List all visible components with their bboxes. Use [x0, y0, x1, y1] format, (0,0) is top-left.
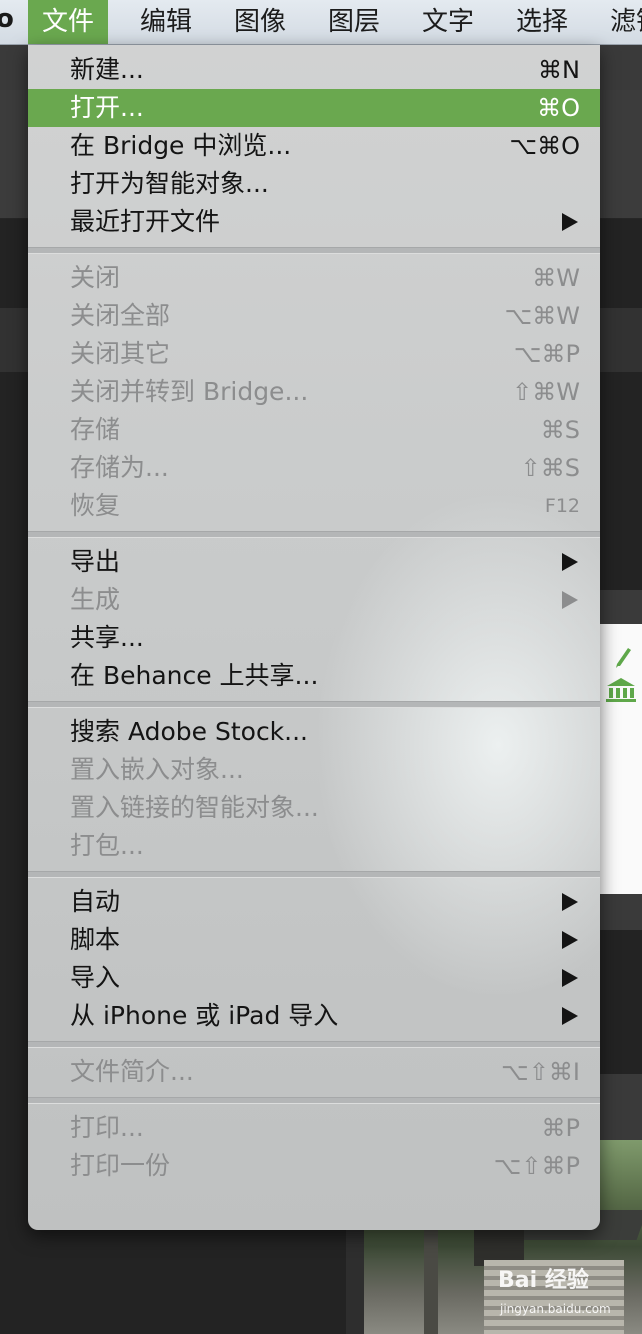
menu-item-shortcut: ⌘S: [540, 416, 580, 444]
menu-item-shortcut: ⌥⇧⌘P: [493, 1152, 580, 1180]
menu-item[interactable]: 自动: [28, 883, 600, 921]
menu-item-shortcut: ⇧⌘S: [520, 454, 580, 482]
menu-item-label: 打开为智能对象...: [70, 169, 269, 198]
menu-item-label: 在 Behance 上共享...: [70, 661, 319, 690]
menu-item-label: 在 Bridge 中浏览...: [70, 131, 292, 160]
menubar-item-layer[interactable]: 图层: [314, 0, 394, 44]
watermark-main: Bai 经验: [498, 1268, 589, 1293]
menu-item-label: 打包...: [70, 831, 144, 860]
menu-item-label: 共享...: [70, 623, 144, 652]
watermark: Bai 经验 jingyan.baidu.com: [498, 1262, 642, 1322]
menu-item-label: 恢复: [70, 491, 121, 520]
menu-item: 关闭 ⌘W: [28, 259, 600, 297]
menu-item-label: 置入嵌入对象...: [70, 755, 244, 784]
menu-separator: [28, 531, 600, 538]
menu-item: 打包...: [28, 827, 600, 865]
submenu-arrow-icon: [562, 931, 578, 949]
menu-item[interactable]: 在 Behance 上共享...: [28, 657, 600, 695]
menubar-item-filter[interactable]: 滤镜: [596, 0, 642, 44]
pencil-icon[interactable]: [614, 646, 632, 668]
menu-item: 恢复 F12: [28, 487, 600, 525]
menu-item-shortcut: ⌘O: [537, 94, 580, 122]
menu-item: 关闭并转到 Bridge... ⇧⌘W: [28, 373, 600, 411]
menu-item-label: 文件简介...: [70, 1057, 194, 1086]
menu-item: 关闭全部 ⌥⌘W: [28, 297, 600, 335]
menubar-item-select[interactable]: 选择: [502, 0, 582, 44]
menu-separator: [28, 1041, 600, 1048]
menu-item: 置入链接的智能对象...: [28, 789, 600, 827]
menu-item-label: 自动: [70, 887, 121, 916]
menu-item[interactable]: 搜索 Adobe Stock...: [28, 713, 600, 751]
menubar: o 文件 编辑 图像 图层 文字 选择 滤镜: [0, 0, 642, 45]
menu-separator: [28, 247, 600, 254]
submenu-arrow-icon: [562, 213, 578, 231]
menubar-item-image[interactable]: 图像: [220, 0, 300, 44]
watermark-sub: jingyan.baidu.com: [500, 1302, 611, 1316]
menu-item-shortcut: ⇧⌘W: [512, 378, 580, 406]
menu-item: 置入嵌入对象...: [28, 751, 600, 789]
app-menu-fragment[interactable]: o: [0, 4, 14, 34]
menu-item: 打印一份 ⌥⇧⌘P: [28, 1147, 600, 1185]
menu-separator: [28, 701, 600, 708]
submenu-arrow-icon: [562, 893, 578, 911]
menu-item-label: 搜索 Adobe Stock...: [70, 717, 309, 746]
menu-item[interactable]: 从 iPhone 或 iPad 导入: [28, 997, 600, 1035]
submenu-arrow-icon: [562, 969, 578, 987]
file-menu-dropdown: 新建... ⌘N 打开... ⌘O 在 Bridge 中浏览... ⌥⌘O 打开为智能对象.…: [28, 45, 600, 1230]
menu-item-label: 关闭: [70, 263, 121, 292]
menu-item[interactable]: 最近打开文件: [28, 203, 600, 241]
menu-item-label: 存储: [70, 415, 121, 444]
submenu-arrow-icon: [562, 553, 578, 571]
menu-item-label: 关闭并转到 Bridge...: [70, 377, 309, 406]
menu-item-shortcut: ⌘P: [541, 1114, 580, 1142]
menu-item-label: 导入: [70, 963, 121, 992]
submenu-arrow-icon: [562, 591, 578, 609]
menu-item-label: 打印...: [70, 1113, 144, 1142]
menu-item-label: 关闭其它: [70, 339, 171, 368]
menu-item: 生成: [28, 581, 600, 619]
menu-item: 文件简介... ⌥⇧⌘I: [28, 1053, 600, 1091]
panel-header-3: [600, 1074, 642, 1140]
menu-item-shortcut: ⌥⇧⌘I: [501, 1058, 580, 1086]
menu-item-shortcut: ⌘N: [538, 56, 580, 84]
menu-item-label: 打印一份: [70, 1151, 171, 1180]
menu-item[interactable]: 打开为智能对象...: [28, 165, 600, 203]
menubar-item-type[interactable]: 文字: [408, 0, 488, 44]
menu-item-label: 存储为...: [70, 453, 169, 482]
menu-separator: [28, 871, 600, 878]
menu-item: 存储 ⌘S: [28, 411, 600, 449]
menu-item-label: 置入链接的智能对象...: [70, 793, 319, 822]
panel-header-2: [600, 894, 642, 930]
menu-item-label: 脚本: [70, 925, 121, 954]
menu-item-label: 导出: [70, 547, 121, 576]
menu-item: 存储为... ⇧⌘S: [28, 449, 600, 487]
menu-separator: [28, 1097, 600, 1104]
menu-item-label: 关闭全部: [70, 301, 171, 330]
menu-item-label: 打开...: [70, 93, 144, 122]
building-icon[interactable]: [604, 676, 638, 702]
menu-item-shortcut: ⌥⌘W: [504, 302, 580, 330]
menu-item-label: 生成: [70, 585, 121, 614]
menu-item-label: 从 iPhone 或 iPad 导入: [70, 1001, 339, 1030]
menu-item-label: 新建...: [70, 55, 144, 84]
menu-item: 打印... ⌘P: [28, 1109, 600, 1147]
menu-item-shortcut: ⌥⌘O: [509, 132, 580, 160]
menubar-item-file[interactable]: 文件: [28, 0, 109, 44]
menu-item-shortcut: F12: [544, 495, 580, 517]
menu-item-shortcut: ⌥⌘P: [513, 340, 580, 368]
menu-item-label: 最近打开文件: [70, 207, 221, 236]
menu-item-shortcut: ⌘W: [532, 264, 580, 292]
menu-item[interactable]: 脚本: [28, 921, 600, 959]
menu-item[interactable]: 在 Bridge 中浏览... ⌥⌘O: [28, 127, 600, 165]
menu-item[interactable]: 导出: [28, 543, 600, 581]
menu-item: 关闭其它 ⌥⌘P: [28, 335, 600, 373]
menubar-item-edit[interactable]: 编辑: [126, 0, 206, 44]
menu-item[interactable]: 共享...: [28, 619, 600, 657]
menu-item[interactable]: 新建... ⌘N: [28, 51, 600, 89]
menu-item[interactable]: 导入: [28, 959, 600, 997]
panel-header: [600, 590, 642, 624]
menu-item[interactable]: 打开... ⌘O: [28, 89, 600, 127]
submenu-arrow-icon: [562, 1007, 578, 1025]
